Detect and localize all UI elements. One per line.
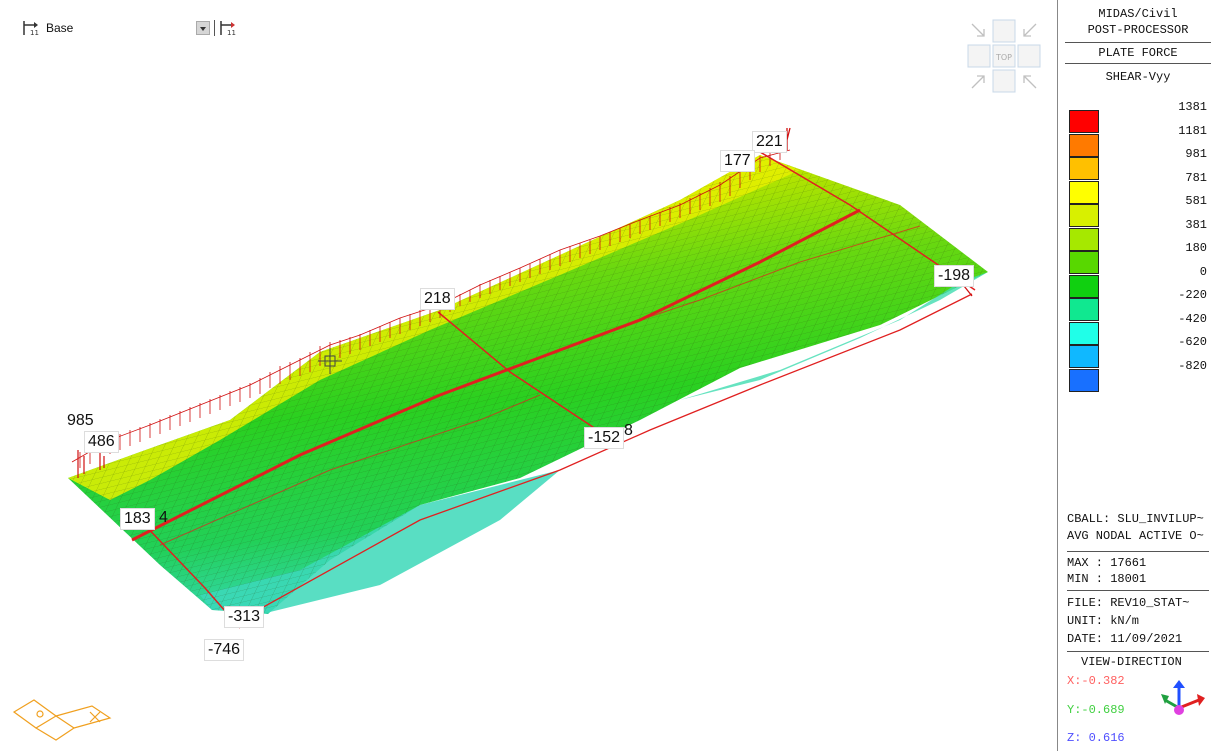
legend-view-y: Y:-0.689 <box>1067 703 1125 717</box>
color-scale-swatch <box>1069 368 1099 392</box>
axis-triad-icon <box>12 699 112 741</box>
legend-divider <box>1067 551 1209 552</box>
color-scale-swatch <box>1069 227 1099 251</box>
result-legend-panel: MIDAS/Civil POST-PROCESSOR PLATE FORCE S… <box>1059 0 1217 751</box>
color-scale-swatch <box>1069 321 1099 345</box>
color-scale-value: 1181 <box>1178 123 1207 138</box>
legend-min: MIN : 18001 <box>1067 572 1147 586</box>
label-985: 985 <box>67 412 94 429</box>
legend-max: MAX : 17661 <box>1067 556 1147 570</box>
legend-cball: CBALL: SLU_INVILUP~ <box>1067 512 1204 526</box>
legend-view-z: Z: 0.616 <box>1067 731 1125 745</box>
color-scale: 1381 1181 981 781 581 381 180 0 -220 -420 -620 -820 <box>1069 100 1213 392</box>
label-221: 221 <box>752 131 787 153</box>
label-4: 4 <box>159 509 168 526</box>
view-direction-axes-icon <box>1161 680 1205 715</box>
label-177: 177 <box>720 150 755 172</box>
legend-title-line2: POST-PROCESSOR <box>1087 23 1189 37</box>
label-218: 218 <box>420 288 455 310</box>
color-scale-swatch <box>1069 204 1099 227</box>
label-8: 8 <box>624 422 633 439</box>
color-scale-swatch <box>1069 298 1099 321</box>
color-scale-value: 180 <box>1185 241 1207 255</box>
label-183: 183 <box>120 508 155 530</box>
color-scale-value: 981 <box>1185 147 1207 161</box>
color-scale-value: 0 <box>1199 264 1207 279</box>
color-scale-value: 1381 <box>1178 100 1207 114</box>
color-scale-value: -820 <box>1178 358 1207 373</box>
label-486: 486 <box>84 431 119 453</box>
color-scale-swatch <box>1069 251 1099 274</box>
color-scale-value: 381 <box>1185 217 1207 232</box>
legend-file: FILE: REV10_STAT~ <box>1067 596 1190 610</box>
color-scale-value: 581 <box>1185 194 1207 208</box>
color-scale-swatch <box>1069 180 1099 204</box>
color-scale-value: -420 <box>1178 311 1207 326</box>
legend-unit: UNIT: kN/m <box>1067 614 1140 628</box>
color-scale-swatch <box>1069 110 1099 133</box>
color-scale-value: -620 <box>1178 335 1207 349</box>
model-viewport[interactable]: 11 Base 11 TOP 221 177 218 -198 985 486 … <box>0 0 1058 751</box>
legend-result-type: PLATE FORCE <box>1065 42 1211 64</box>
legend-title-line1: MIDAS/Civil <box>1098 7 1178 21</box>
label-minus-313: -313 <box>224 606 265 628</box>
color-scale-value: 781 <box>1185 170 1207 185</box>
legend-view-direction: VIEW-DIRECTION <box>1081 655 1182 669</box>
color-scale-swatch <box>1069 157 1099 180</box>
color-scale-swatch <box>1069 274 1099 298</box>
color-scale-swatch <box>1069 345 1099 368</box>
plate-force-contour[interactable] <box>0 0 1058 751</box>
label-minus-152: -152 <box>584 427 625 449</box>
legend-date: DATE: 11/09/2021 <box>1067 632 1183 646</box>
legend-title: MIDAS/Civil POST-PROCESSOR <box>1059 0 1217 38</box>
legend-view-x: X:-0.382 <box>1067 674 1125 688</box>
legend-divider <box>1067 590 1209 591</box>
legend-divider <box>1067 651 1209 652</box>
legend-component: SHEAR-Vyy <box>1105 70 1171 84</box>
color-scale-value: -220 <box>1178 288 1207 302</box>
label-minus-746: -746 <box>204 639 245 661</box>
color-scale-swatch <box>1069 133 1099 157</box>
label-minus-198: -198 <box>934 265 975 287</box>
legend-avg-nodal: AVG NODAL ACTIVE O~ <box>1067 529 1204 543</box>
